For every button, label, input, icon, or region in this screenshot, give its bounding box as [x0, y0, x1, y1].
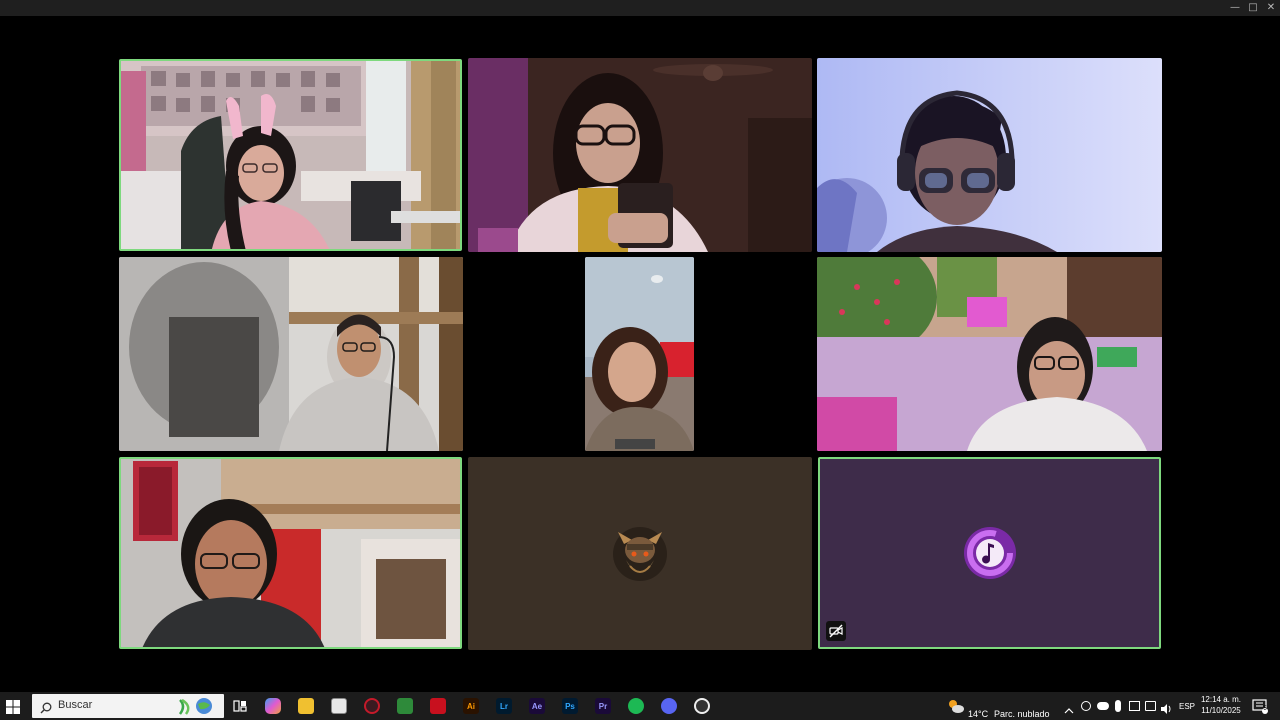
participant-video-frame — [817, 257, 1162, 451]
minecraft-icon[interactable] — [397, 698, 413, 714]
video-off-icon — [826, 621, 846, 641]
participant-video-tile[interactable] — [817, 257, 1162, 451]
copilot-icon[interactable] — [265, 698, 281, 714]
illustrator-icon[interactable]: Ai — [463, 698, 479, 714]
windows-taskbar: Buscar Ai Lr Ae Ps Pr 14°C Parc. nublado… — [0, 692, 1280, 720]
window-title-bar: — □ ✕ — [0, 0, 1280, 16]
notifications-icon[interactable]: 5 — [1252, 698, 1268, 714]
participant-video-frame — [121, 459, 460, 647]
microphone-icon[interactable] — [1115, 700, 1121, 712]
after-effects-icon[interactable]: Ae — [529, 698, 545, 714]
music-note-avatar-icon — [962, 525, 1018, 581]
participant-video-frame — [585, 257, 694, 451]
search-placeholder: Buscar — [58, 699, 93, 711]
lightroom-icon[interactable]: Lr — [496, 698, 512, 714]
participant-video-tile[interactable] — [585, 257, 694, 451]
photoshop-icon[interactable]: Ps — [562, 698, 578, 714]
participant-video-frame — [468, 58, 812, 252]
onedrive-icon[interactable] — [1097, 702, 1109, 710]
tray-app-icon[interactable] — [1081, 701, 1091, 711]
minimize-icon[interactable]: — — [1226, 1, 1244, 15]
system-clock[interactable]: 12:14 a. m. 11/10/2025 — [1198, 694, 1244, 716]
participant-video-tile[interactable] — [119, 257, 463, 451]
chrome-icon[interactable] — [694, 698, 710, 714]
participant-video-tile[interactable] — [119, 457, 462, 649]
participant-video-frame — [121, 61, 460, 249]
warrior-avatar-icon — [612, 526, 668, 582]
close-icon[interactable]: ✕ — [1262, 1, 1280, 15]
participant-video-frame — [119, 257, 463, 451]
spotify-icon[interactable] — [628, 698, 644, 714]
weather-condition: Parc. nublado — [994, 709, 1050, 719]
network-icon[interactable] — [1145, 701, 1156, 711]
search-icon — [40, 699, 52, 718]
task-view-icon[interactable] — [232, 698, 248, 714]
weather-temp: 14°C — [968, 709, 989, 719]
participant-video-frame — [817, 58, 1162, 252]
maximize-icon[interactable]: □ — [1244, 1, 1262, 15]
search-highlight-icon — [178, 696, 218, 720]
participant-video-tile[interactable] — [119, 59, 462, 251]
screen-capture-icon[interactable] — [1129, 701, 1140, 711]
store-icon[interactable] — [331, 698, 347, 714]
zoom-meeting-window: — □ ✕ Buscar Ai Lr Ae Ps Pr 14°C Parc. n… — [0, 0, 1280, 720]
participant-video-tile[interactable] — [818, 457, 1161, 649]
volume-icon[interactable] — [1160, 700, 1172, 714]
acrobat-icon[interactable] — [430, 698, 446, 714]
language-indicator[interactable]: ESP — [1179, 702, 1195, 711]
chevron-up-icon[interactable] — [1064, 701, 1074, 714]
weather-icon[interactable] — [947, 698, 965, 714]
participant-video-tile[interactable] — [468, 457, 812, 650]
clock-date: 11/10/2025 — [1201, 706, 1241, 715]
discord-icon[interactable] — [661, 698, 677, 714]
windows-start-icon[interactable] — [6, 699, 20, 714]
participant-video-tile[interactable] — [817, 58, 1162, 252]
clock-time: 12:14 a. m. — [1200, 695, 1242, 704]
taskbar-search-box[interactable]: Buscar — [32, 694, 224, 718]
notification-count: 5 — [1263, 706, 1267, 712]
premiere-icon[interactable]: Pr — [595, 698, 611, 714]
opera-icon[interactable] — [364, 698, 380, 714]
file-explorer-icon[interactable] — [298, 698, 314, 714]
participant-video-tile[interactable] — [468, 58, 812, 252]
